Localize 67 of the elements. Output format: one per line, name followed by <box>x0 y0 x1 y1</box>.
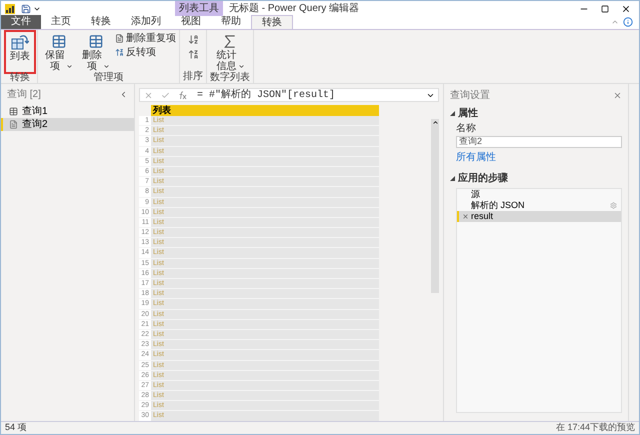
close-icon[interactable] <box>621 4 631 14</box>
group-label: 排序 <box>183 71 203 83</box>
step-item[interactable]: result <box>457 211 621 222</box>
step-icon <box>462 213 468 220</box>
table-icon <box>50 34 66 49</box>
ribbon-button[interactable]: 统计信息 <box>212 32 248 72</box>
ribbon-button[interactable]: 反转项 <box>115 46 176 59</box>
collapse-ribbon-icon[interactable] <box>611 18 619 26</box>
name-field[interactable]: 查询2 <box>456 136 622 148</box>
query-item[interactable]: 查询2 <box>1 118 134 131</box>
button-label: 保留项 <box>44 50 66 72</box>
query-item[interactable]: 查询1 <box>1 105 134 118</box>
collapse-triangle-icon[interactable] <box>450 176 455 181</box>
step-label: result <box>471 210 494 223</box>
sort-ascending-icon <box>188 34 198 44</box>
app-logo-icon <box>5 4 15 14</box>
table-arrow-icon <box>11 34 29 50</box>
group-label: 转换 <box>10 72 30 84</box>
ribbon-tab[interactable]: 文件 <box>1 15 41 29</box>
window-title: 无标题 - Power Query 编辑器 <box>229 2 360 16</box>
button-label: 到表 <box>9 51 31 62</box>
ribbon-tab[interactable]: 视图 <box>171 15 211 29</box>
table-icon <box>88 34 104 49</box>
ribbon-button[interactable]: 删除重复项 <box>115 32 176 45</box>
panel-title: 查询 [2] <box>7 88 41 102</box>
reverse-icon <box>115 48 124 57</box>
caret-icon <box>103 63 110 70</box>
save-icon[interactable] <box>21 4 31 14</box>
panel-title: 查询设置 <box>450 88 490 102</box>
status-text: 54 项 <box>5 421 27 434</box>
step-item[interactable]: 源 <box>457 189 621 200</box>
caret-icon <box>66 63 73 70</box>
ribbon-tab[interactable]: 帮助 <box>211 15 251 29</box>
section-heading: 应用的步骤 <box>458 171 508 186</box>
list-icon <box>115 34 124 43</box>
ribbon-button[interactable]: 到表 <box>6 32 34 72</box>
context-group-label: 列表工具 <box>175 1 223 16</box>
sort-descending-icon <box>188 48 198 60</box>
ribbon-tab[interactable]: 转换 <box>81 15 121 29</box>
step-label: 解析的 JSON <box>471 198 526 212</box>
group-label: 管理项 <box>94 72 124 84</box>
caret-icon <box>238 63 244 70</box>
button-label: 统计信息 <box>216 50 238 72</box>
all-properties-link[interactable]: 所有属性 <box>456 150 622 165</box>
column-header[interactable]: 列表 <box>151 105 379 116</box>
scroll-up-icon[interactable] <box>432 119 438 126</box>
ribbon-tab[interactable]: 主页 <box>41 15 81 29</box>
ribbon-button[interactable]: 删除项 <box>78 32 113 72</box>
table-icon <box>9 107 18 116</box>
group-label: 数字列表 <box>210 72 250 84</box>
ribbon-tab[interactable]: 添加列 <box>121 15 171 29</box>
step-item[interactable]: 解析的 JSON <box>457 200 621 211</box>
function-icon[interactable] <box>178 90 187 100</box>
field-label: 名称 <box>456 122 477 136</box>
status-text: 在 17:44下载的预览 <box>556 421 635 434</box>
section-heading: 属性 <box>458 106 478 121</box>
button-label: 删除项 <box>81 50 103 72</box>
formula-text[interactable]: = #"解析的 JSON"[result] <box>197 88 426 102</box>
scrollbar[interactable] <box>431 119 439 293</box>
list-icon <box>9 120 18 129</box>
step-label: 源 <box>471 188 481 200</box>
collapse-icon[interactable] <box>119 90 128 98</box>
ribbon-button[interactable]: 保留项 <box>41 32 76 72</box>
collapse-triangle-icon[interactable] <box>450 111 455 116</box>
info-icon[interactable] <box>623 17 633 27</box>
maximize-icon[interactable] <box>601 4 609 12</box>
ribbon-tab[interactable]: 转换 <box>251 15 293 29</box>
